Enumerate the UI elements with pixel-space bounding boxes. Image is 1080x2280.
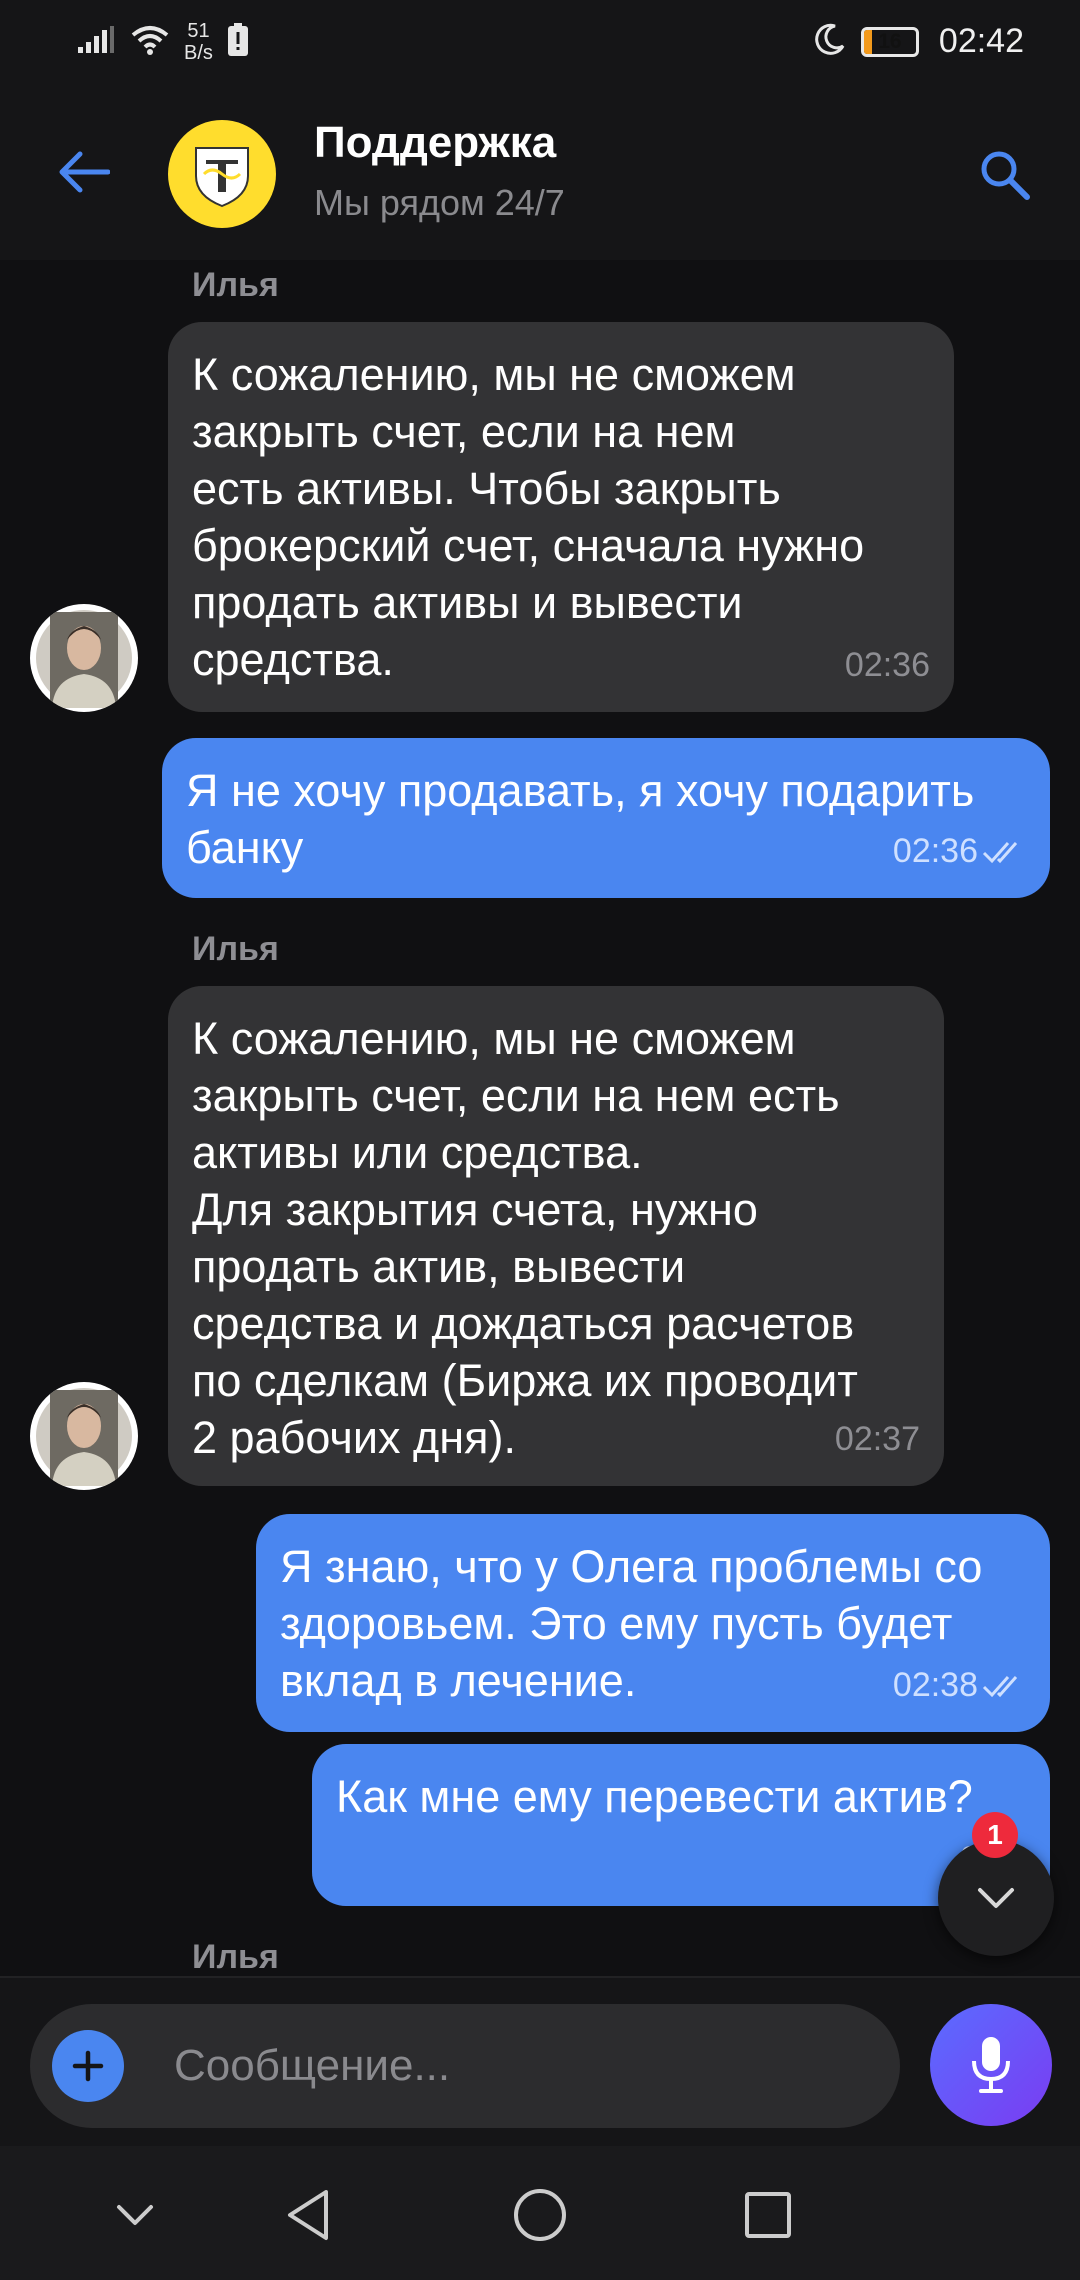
message-meta: 02:36 xyxy=(893,823,1026,880)
message-meta: 02:37 xyxy=(835,1411,920,1468)
message-time: 02:37 xyxy=(834,1420,920,1458)
message-time: 02:38 xyxy=(892,1666,978,1704)
status-left: 51 B/s xyxy=(76,20,249,64)
signal-icon xyxy=(76,25,116,60)
search-button[interactable] xyxy=(972,142,1036,206)
back-button[interactable] xyxy=(52,140,116,204)
battery-percent: 16 xyxy=(878,29,902,53)
message-input[interactable] xyxy=(174,2034,874,2098)
double-check-icon xyxy=(982,841,1018,863)
battery-fill xyxy=(863,29,873,54)
nav-back-button[interactable] xyxy=(274,2180,344,2250)
sender-name: Илья xyxy=(192,930,279,968)
network-speed: 51 B/s xyxy=(184,20,213,64)
back-arrow-icon xyxy=(59,151,110,193)
moon-icon xyxy=(813,22,847,61)
battery-icon: 16 xyxy=(860,26,925,57)
person-photo-icon xyxy=(36,610,132,708)
agent-avatar[interactable] xyxy=(30,604,138,712)
message-meta: 02:38 xyxy=(893,1657,1026,1714)
nav-home-button[interactable] xyxy=(505,2180,575,2250)
sender-name: Илья xyxy=(192,1938,279,1976)
incoming-message[interactable]: К сожалению, мы не сможем закрыть счет, … xyxy=(168,322,954,712)
nav-recents-button[interactable] xyxy=(733,2180,803,2250)
square-recents-icon xyxy=(745,2192,791,2238)
agent-avatar[interactable] xyxy=(30,1382,138,1490)
message-meta: 02:36 xyxy=(845,637,930,694)
double-check-icon xyxy=(982,1675,1018,1697)
clock: 02:42 xyxy=(938,22,1024,60)
network-speed-unit: B/s xyxy=(184,42,213,64)
hide-nav-button[interactable] xyxy=(100,2180,170,2250)
person-photo-icon xyxy=(36,1388,132,1486)
incoming-message[interactable]: К сожалению, мы не сможем закрыть счет, … xyxy=(168,986,944,1486)
search-icon xyxy=(981,151,1030,200)
alert-icon xyxy=(227,22,249,62)
message-text: К сожалению, мы не сможем закрыть счет, … xyxy=(192,1013,858,1463)
support-avatar[interactable] xyxy=(168,120,276,228)
chat-subtitle: Мы рядом 24/7 xyxy=(314,182,565,223)
chevron-down-icon xyxy=(117,2205,153,2225)
chevron-down-icon xyxy=(978,1888,1014,1908)
system-navigation-bar xyxy=(0,2146,1080,2280)
battery-indicator: 16 xyxy=(860,26,919,57)
message-time: 02:36 xyxy=(892,832,978,870)
circle-home-icon xyxy=(514,2189,566,2241)
message-input-container xyxy=(30,2004,900,2128)
unread-badge: 1 xyxy=(972,1812,1018,1858)
network-speed-value: 51 xyxy=(187,20,210,42)
message-text: Как мне ему перевести актив? xyxy=(336,1771,973,1822)
message-text: К сожалению, мы не сможем закрыть счет, … xyxy=(192,349,865,685)
status-bar: 51 B/s 16 02:42 xyxy=(0,0,1080,90)
message-time: 02:36 xyxy=(844,646,930,684)
chat-header: Поддержка Мы рядом 24/7 xyxy=(0,90,1080,260)
plus-icon xyxy=(72,2050,104,2082)
message-composer xyxy=(0,1976,1080,2146)
wifi-icon xyxy=(130,24,170,61)
chat-title: Поддержка xyxy=(314,118,557,167)
outgoing-message[interactable]: Я знаю, что у Олега проблемы со здоровье… xyxy=(256,1514,1050,1732)
voice-message-button[interactable] xyxy=(930,2004,1052,2126)
triangle-back-icon xyxy=(288,2190,328,2240)
sender-name: Илья xyxy=(192,266,279,304)
attach-button[interactable] xyxy=(52,2030,124,2102)
message-list[interactable]: Илья К сожалению, мы не сможем закрыть с… xyxy=(0,260,1080,1976)
bank-logo-icon xyxy=(195,147,249,208)
status-right: 16 02:42 xyxy=(813,22,1024,61)
microphone-icon xyxy=(972,2037,1010,2093)
outgoing-message[interactable]: Я не хочу продавать, я хочу подарить бан… xyxy=(162,738,1050,898)
